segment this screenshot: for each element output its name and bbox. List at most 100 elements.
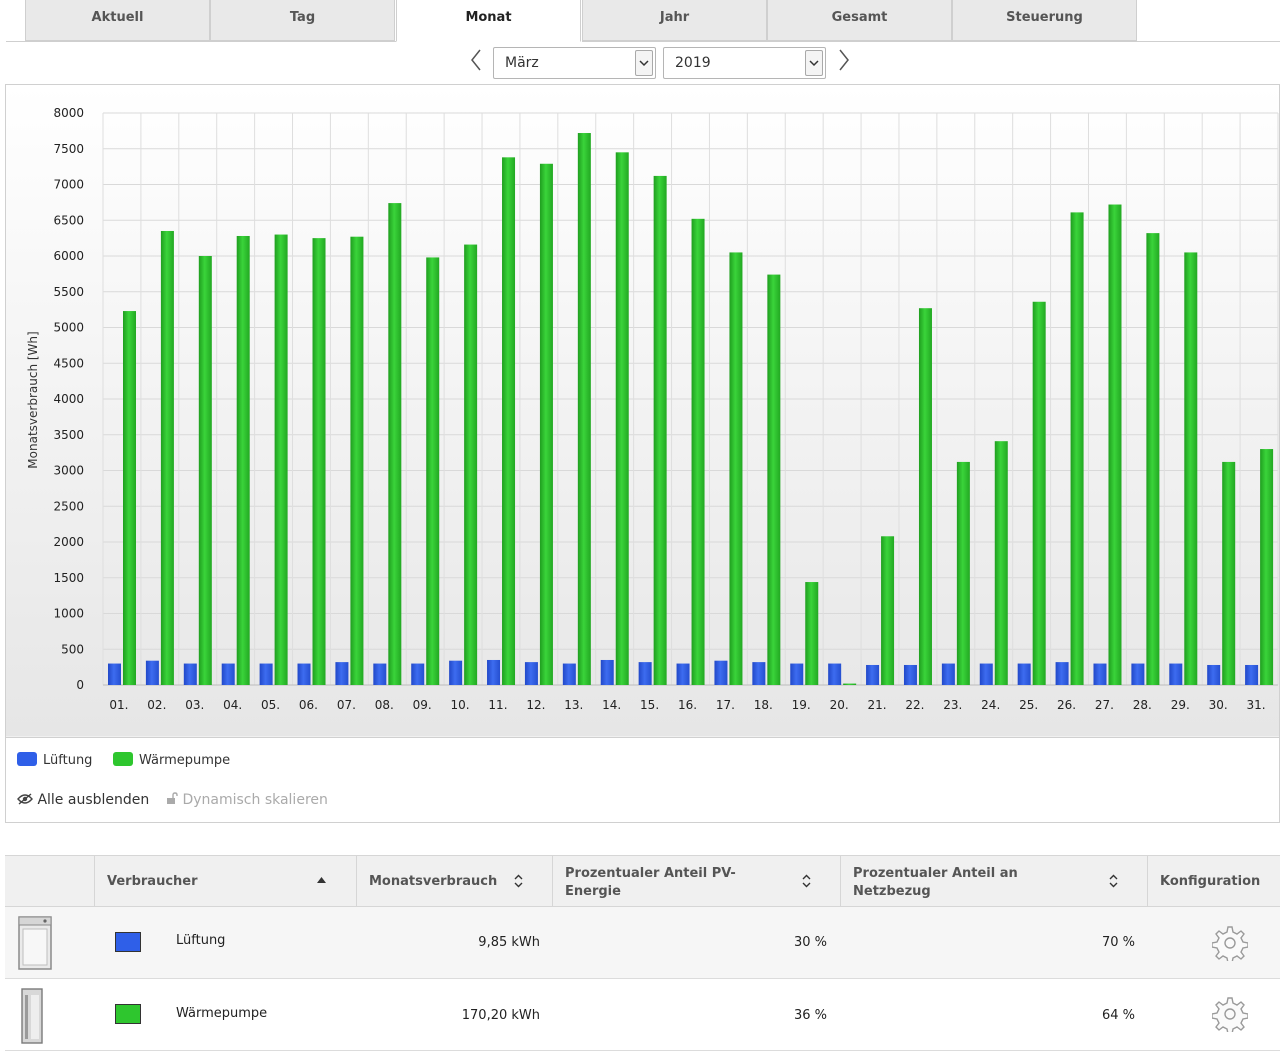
- bar-waermepumpe[interactable]: [729, 252, 743, 686]
- table-row[interactable]: Lüftung 9,85 kWh 30 % 70 %: [5, 907, 1280, 979]
- bar-lueftung[interactable]: [790, 663, 804, 685]
- bar-waermepumpe[interactable]: [464, 244, 478, 685]
- bar-waermepumpe[interactable]: [198, 256, 212, 685]
- bar-lueftung[interactable]: [145, 660, 159, 685]
- bar-waermepumpe[interactable]: [994, 441, 1008, 685]
- bar-lueftung[interactable]: [183, 663, 197, 685]
- bar-lueftung[interactable]: [1207, 664, 1221, 685]
- bar-waermepumpe[interactable]: [843, 683, 857, 685]
- bar-lueftung[interactable]: [487, 659, 501, 685]
- bar-waermepumpe[interactable]: [1108, 204, 1122, 685]
- bar-lueftung[interactable]: [866, 664, 880, 685]
- header-line-2: Netzbezug: [853, 884, 931, 899]
- year-dropdown-button[interactable]: [805, 50, 823, 76]
- previous-period-button[interactable]: [466, 48, 486, 78]
- next-period-button[interactable]: [834, 48, 854, 78]
- bar-lueftung[interactable]: [752, 662, 766, 685]
- gear-icon[interactable]: [1212, 925, 1248, 961]
- bar-waermepumpe[interactable]: [123, 311, 136, 685]
- x-tick-label: 27.: [1095, 698, 1114, 712]
- chevron-down-icon: [809, 60, 819, 67]
- bar-lueftung[interactable]: [1093, 663, 1107, 685]
- y-tick-label: 1000: [53, 607, 84, 621]
- hide-all-button[interactable]: Alle ausblenden: [17, 792, 149, 808]
- month-dropdown-button[interactable]: [635, 50, 653, 76]
- x-tick-label: 23.: [943, 698, 962, 712]
- bar-lueftung[interactable]: [1169, 663, 1183, 685]
- bar-waermepumpe[interactable]: [350, 236, 364, 685]
- bar-lueftung[interactable]: [524, 662, 538, 685]
- tab-gesamt[interactable]: Gesamt: [767, 0, 952, 41]
- bar-lueftung[interactable]: [335, 662, 349, 685]
- bar-lueftung[interactable]: [638, 662, 652, 685]
- bar-waermepumpe[interactable]: [160, 230, 174, 685]
- bar-waermepumpe[interactable]: [236, 235, 250, 686]
- bar-waermepumpe[interactable]: [1222, 461, 1236, 685]
- bar-waermepumpe[interactable]: [312, 238, 326, 685]
- bar-waermepumpe[interactable]: [1146, 233, 1160, 685]
- bar-lueftung[interactable]: [1017, 663, 1031, 685]
- bar-lueftung[interactable]: [1245, 664, 1259, 685]
- bar-lueftung[interactable]: [1055, 662, 1069, 685]
- bar-waermepumpe[interactable]: [615, 152, 629, 685]
- bar-lueftung[interactable]: [1131, 663, 1145, 685]
- column-header-consumer[interactable]: Verbraucher: [94, 856, 356, 906]
- pv-share: 30 %: [793, 935, 827, 950]
- legend-item-lueftung[interactable]: Lüftung: [17, 752, 92, 768]
- x-tick-label: 26.: [1057, 698, 1076, 712]
- x-tick-label: 17.: [716, 698, 735, 712]
- bar-lueftung[interactable]: [108, 663, 121, 685]
- bar-lueftung[interactable]: [411, 663, 425, 685]
- table-row[interactable]: Wärmepumpe 170,20 kWh 36 % 64 %: [5, 979, 1280, 1051]
- bar-waermepumpe[interactable]: [426, 257, 440, 685]
- tab-jahr[interactable]: Jahr: [582, 0, 767, 41]
- bar-waermepumpe[interactable]: [577, 133, 591, 685]
- bar-waermepumpe[interactable]: [918, 308, 932, 685]
- bar-waermepumpe[interactable]: [1070, 212, 1084, 685]
- table-header: Verbraucher Monatsverbrauch Prozentualer…: [5, 855, 1280, 907]
- bar-waermepumpe[interactable]: [653, 175, 667, 686]
- dynamic-scale-button[interactable]: Dynamisch skalieren: [166, 792, 328, 808]
- bar-lueftung[interactable]: [676, 663, 690, 685]
- column-header-grid-share[interactable]: Prozentualer Anteil an Netzbezug: [840, 856, 1147, 906]
- bar-waermepumpe[interactable]: [1260, 449, 1274, 685]
- bar-waermepumpe[interactable]: [767, 274, 781, 685]
- tab-monat[interactable]: Monat: [396, 0, 581, 42]
- bar-lueftung[interactable]: [941, 663, 955, 685]
- bar-lueftung[interactable]: [903, 664, 917, 685]
- bar-waermepumpe[interactable]: [502, 157, 516, 685]
- bar-lueftung[interactable]: [297, 663, 311, 685]
- bar-waermepumpe[interactable]: [274, 234, 288, 686]
- gear-icon[interactable]: [1212, 996, 1248, 1032]
- x-tick-label: 02.: [147, 698, 166, 712]
- year-select[interactable]: 2019: [663, 47, 826, 79]
- bar-lueftung[interactable]: [449, 660, 463, 685]
- month-select[interactable]: März: [493, 47, 656, 79]
- x-tick-label: 20.: [830, 698, 849, 712]
- bar-lueftung[interactable]: [714, 660, 728, 685]
- column-header-pv-share[interactable]: Prozentualer Anteil PV- Energie: [552, 856, 840, 906]
- bar-lueftung[interactable]: [562, 663, 576, 685]
- bar-lueftung[interactable]: [259, 663, 273, 685]
- bar-waermepumpe[interactable]: [388, 203, 402, 685]
- bar-waermepumpe[interactable]: [691, 218, 705, 685]
- bar-lueftung[interactable]: [600, 659, 614, 685]
- y-axis-label: Monatsverbrauch [Wh]: [26, 331, 40, 468]
- bar-waermepumpe[interactable]: [956, 461, 970, 685]
- tab-tag[interactable]: Tag: [210, 0, 395, 41]
- bar-lueftung[interactable]: [221, 663, 235, 685]
- bar-lueftung[interactable]: [373, 663, 387, 685]
- bar-waermepumpe[interactable]: [1032, 301, 1046, 685]
- chevron-right-icon: [839, 49, 849, 71]
- tab-aktuell[interactable]: Aktuell: [25, 0, 210, 41]
- bar-waermepumpe[interactable]: [1184, 252, 1198, 686]
- x-tick-label: 24.: [981, 698, 1000, 712]
- bar-waermepumpe[interactable]: [805, 582, 819, 685]
- bar-waermepumpe[interactable]: [539, 163, 553, 685]
- legend-item-waermepumpe[interactable]: Wärmepumpe: [113, 752, 230, 768]
- bar-lueftung[interactable]: [979, 663, 993, 685]
- bar-waermepumpe[interactable]: [881, 536, 895, 685]
- bar-lueftung[interactable]: [828, 663, 842, 685]
- tab-steuerung[interactable]: Steuerung: [952, 0, 1137, 41]
- column-header-monthly[interactable]: Monatsverbrauch: [356, 856, 552, 906]
